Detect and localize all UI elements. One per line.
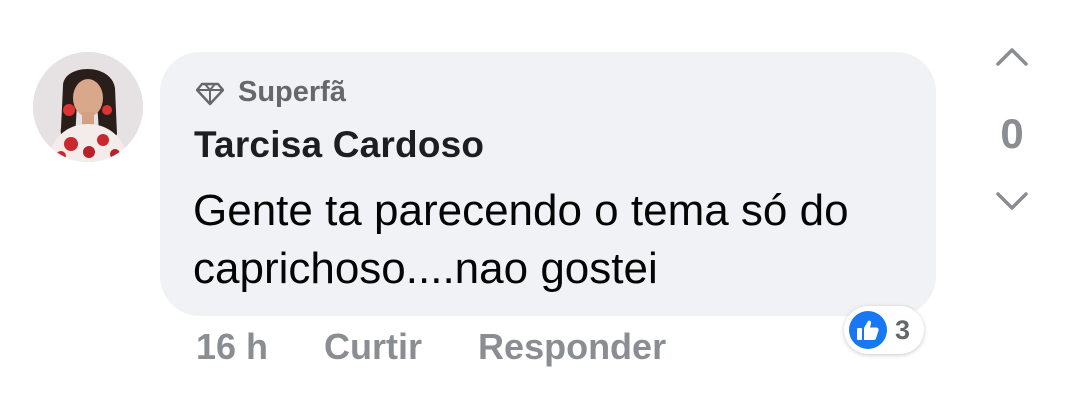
comment-bubble: Superfã Tarcisa Cardoso Gente ta parecen… xyxy=(160,52,936,316)
avatar-image xyxy=(33,52,143,162)
comment-text: Gente ta parecendo o tema só do capricho… xyxy=(193,186,849,293)
vote-score: 0 xyxy=(1000,110,1024,157)
badge-label: Superfã xyxy=(238,76,346,108)
avatar[interactable] xyxy=(33,52,143,162)
thumbs-up-icon xyxy=(849,311,887,349)
reply-button[interactable]: Responder xyxy=(478,326,666,368)
chevron-down-icon[interactable] xyxy=(994,190,1030,214)
fan-badge: Superfã xyxy=(195,76,346,109)
reaction-count: 3 xyxy=(895,314,911,345)
comment: Superfã Tarcisa Cardoso Gente ta parecen… xyxy=(0,0,1080,412)
chevron-up-icon[interactable] xyxy=(994,44,1030,68)
timestamp[interactable]: 16 h xyxy=(196,326,268,368)
comment-actions: 16 h Curtir Responder xyxy=(196,326,666,368)
vote-control: 0 xyxy=(984,38,1040,238)
reaction-summary[interactable]: 3 xyxy=(844,306,925,354)
like-button[interactable]: Curtir xyxy=(324,326,422,368)
author-name[interactable]: Tarcisa Cardoso xyxy=(194,124,484,166)
diamond-icon xyxy=(195,81,225,105)
